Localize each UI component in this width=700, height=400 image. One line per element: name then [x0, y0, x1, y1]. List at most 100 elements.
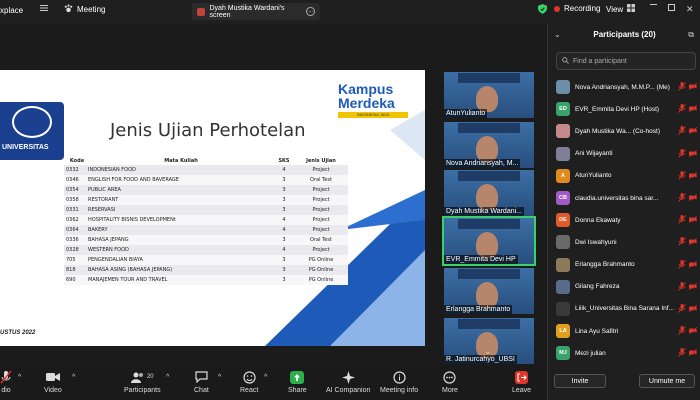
cell-kode: 0362 [64, 215, 88, 225]
participant-row[interactable]: CB claudia.universitas bina sar... [556, 187, 700, 209]
meeting-menu[interactable]: Meeting [64, 4, 105, 15]
video-off-icon [688, 348, 697, 359]
participant-row[interactable]: Erlangga Brahmanto [556, 254, 700, 276]
audio-button[interactable]: dio [0, 370, 12, 394]
menu-icon[interactable] [40, 4, 48, 12]
participants-options-icon[interactable]: ^ [166, 370, 169, 384]
participant-row[interactable]: Dwi Iswahyuni [556, 231, 700, 253]
participant-row[interactable]: DE Donna Ekawaty [556, 209, 700, 231]
video-tile[interactable]: AtunYulianto [444, 72, 534, 118]
shared-slide: UNIVERSITAS Kampus Merdeka INDONESIA JAY… [0, 70, 425, 346]
cell-sks: 4 [274, 225, 294, 235]
sparkle-icon [341, 370, 355, 384]
tile-name: R. Jatinurcahyo_UBSI [444, 355, 517, 364]
logo-line2: Merdeka [338, 95, 395, 111]
cell-sks: 4 [274, 165, 294, 175]
cell-jenis-ujian: PG Online [294, 275, 348, 285]
cell-mata-kuliah: MANAJEMEN TOUR AND TRAVEL [88, 275, 274, 285]
cell-kode: 0331 [64, 205, 88, 215]
shield-icon[interactable] [538, 4, 547, 14]
cell-mata-kuliah: BAHASA JEPANG [88, 235, 274, 245]
maximize-icon[interactable] [668, 4, 675, 11]
popout-icon[interactable]: ⧉ [688, 30, 694, 40]
participant-row[interactable]: Liiik_Universitas Bina Sarana Inf... [556, 298, 700, 320]
video-tile[interactable]: Erlangga Brahmanto [444, 268, 534, 314]
participant-row[interactable]: Ani Wijayanti [556, 143, 700, 165]
video-tile[interactable]: Nova Andriansyah, M... [444, 122, 534, 168]
cell-mata-kuliah: WESTERN FOOD [88, 245, 274, 255]
video-off-icon [688, 82, 697, 93]
cell-kode: 0336 [64, 235, 88, 245]
participant-search[interactable]: Find a participant [556, 52, 696, 70]
participant-name: Nova Andriansyah, M.M.P... (Me) [575, 83, 670, 91]
share-button[interactable]: Share [288, 370, 307, 394]
video-tile[interactable]: EVR_Emmita Devi HP [442, 216, 536, 266]
video-options-icon[interactable]: ^ [72, 370, 75, 384]
unmute-me-button[interactable]: Unmute me [639, 374, 695, 388]
main-view: UNIVERSITAS Kampus Merdeka INDONESIA JAY… [0, 24, 545, 364]
invite-button[interactable]: Invite [554, 374, 606, 388]
recording-indicator[interactable]: Recording [554, 4, 600, 13]
participant-row[interactable]: A AtunYulianto [556, 165, 700, 187]
leave-button[interactable]: Leave [512, 370, 531, 394]
scroll-down-icon[interactable]: ⌄ [484, 346, 492, 357]
mic-muted-icon [678, 104, 686, 115]
participants-icon: 20 [130, 370, 154, 384]
info-icon [392, 370, 406, 384]
participants-panel: ⌄ Participants (20) ⧉ Find a participant… [547, 24, 700, 400]
table-row: 690 MANAJEMEN TOUR AND TRAVEL 3 PG Online [64, 275, 348, 285]
mic-muted-icon [0, 370, 12, 384]
participant-row[interactable]: ED EVR_Emmita Devi HP (Host) [556, 98, 700, 120]
mic-muted-icon [678, 126, 686, 137]
minimize-icon[interactable] [650, 4, 657, 5]
chat-options-icon[interactable]: ^ [218, 370, 221, 384]
cell-sks: 3 [274, 185, 294, 195]
audio-options-icon[interactable]: ^ [18, 370, 21, 384]
participant-status [678, 148, 697, 160]
react-options-icon[interactable]: ^ [264, 370, 267, 384]
table-row: 0354 PUBLIC AREA 3 Project [64, 185, 348, 195]
participant-row[interactable]: LA Lina Ayu Safitri [556, 320, 700, 342]
participants-button[interactable]: 20 Participants [124, 370, 161, 394]
cell-sks: 3 [274, 195, 294, 205]
video-button[interactable]: Video [44, 370, 62, 394]
close-icon[interactable]: ✕ [686, 4, 694, 15]
more-options-icon[interactable]: ⋯ [306, 7, 315, 16]
participant-row[interactable]: Gilang Fahreza [556, 276, 700, 298]
cell-jenis-ujian: PG Online [294, 255, 348, 265]
header-jenis-ujian: Jenis Ujian [306, 157, 336, 164]
meeting-info-button[interactable]: Meeting info [380, 370, 418, 394]
avatar [556, 257, 570, 272]
participant-row[interactable]: Dyah Mustika Wa... (Co-host) [556, 120, 700, 142]
cell-kode: 818 [64, 265, 88, 275]
screen-share-pill[interactable]: Dyah Mustika Wardani's screen ⋯ [192, 3, 320, 20]
cell-kode: 0328 [64, 245, 88, 255]
react-button[interactable]: React [240, 370, 258, 394]
tile-banner [458, 171, 520, 181]
tile-name: Nova Andriansyah, M... [444, 159, 521, 168]
participant-row[interactable]: Nova Andriansyah, M.M.P... (Me) [556, 76, 700, 98]
video-off-icon [688, 149, 697, 160]
mic-muted-icon [678, 348, 686, 359]
video-tile[interactable]: R. Jatinurcahyo_UBSI [444, 318, 534, 364]
video-tile[interactable]: Dyah Mustika Wardani... [444, 170, 534, 216]
view-button[interactable]: View [606, 4, 636, 14]
video-off-icon [688, 326, 697, 337]
ai-companion-button[interactable]: AI Companion [326, 370, 370, 394]
chat-button[interactable]: Chat [194, 370, 209, 394]
cell-sks: 4 [274, 215, 294, 225]
cell-sks: 3 [274, 235, 294, 245]
cell-jenis-ujian: Project [294, 165, 348, 175]
table-row: 705 PENGENDALIAN BIAYA 3 PG Online [64, 255, 348, 265]
video-off-icon [688, 237, 697, 248]
slide-title: Jenis Ujian Perhotelan [110, 120, 306, 141]
participant-status [678, 303, 697, 315]
avatar [556, 124, 570, 139]
tile-banner [458, 123, 520, 133]
avatar: A [556, 168, 570, 183]
mic-muted-icon [678, 215, 686, 226]
more-button[interactable]: More [442, 370, 458, 394]
tile-banner [458, 319, 520, 329]
participant-row[interactable]: MJ Mezi julian [556, 342, 700, 364]
header-sks: SKS [278, 157, 290, 164]
